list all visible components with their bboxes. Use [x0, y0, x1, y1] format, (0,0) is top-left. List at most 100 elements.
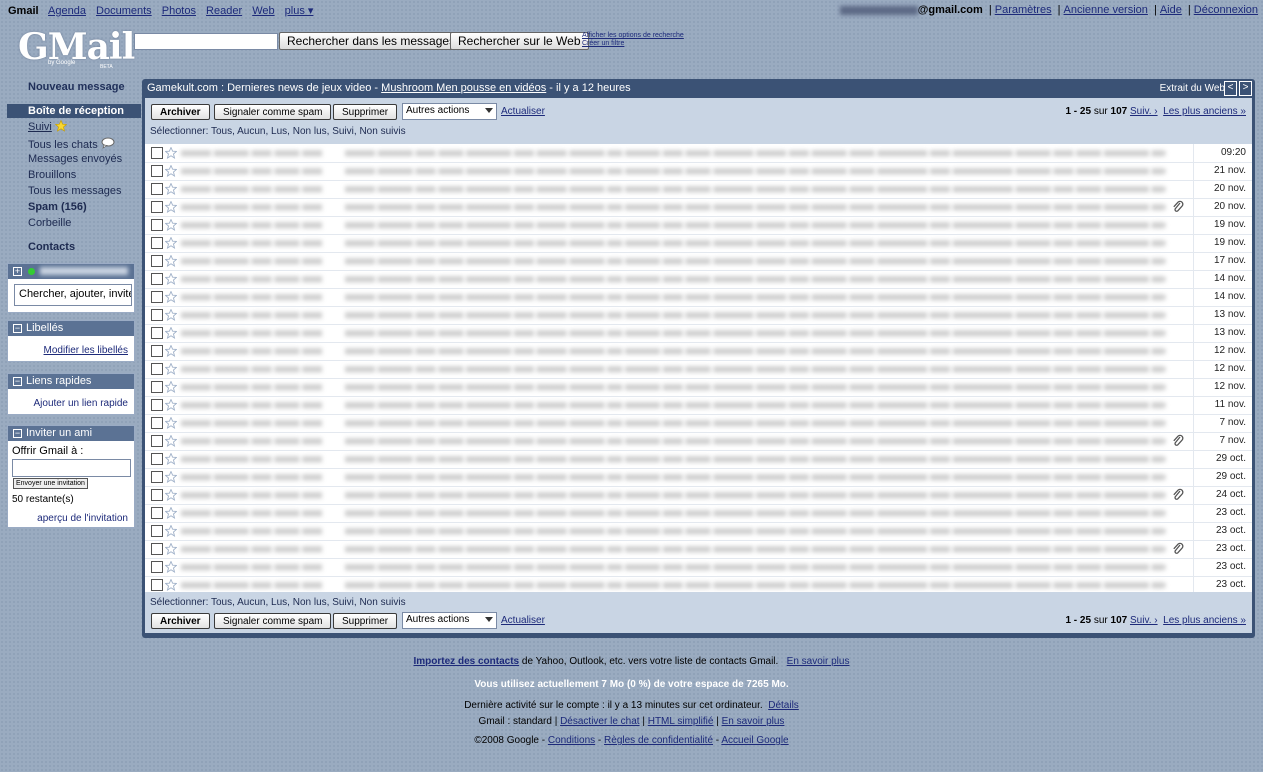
table-row[interactable]: xxxxxx xxxxxxx xxxx xxxxx xxxx xxxxxx xxx…	[145, 432, 1252, 451]
compose-link[interactable]: Nouveau message	[28, 81, 125, 93]
star-outline-icon[interactable]	[165, 237, 177, 249]
star-outline-icon[interactable]	[165, 489, 177, 501]
delete-button[interactable]: Supprimer	[333, 104, 398, 120]
table-row[interactable]: xxxxxx xxxxxxx xxxx xxxxx xxxx xxxxxx xxx…	[145, 306, 1252, 325]
chat-search-input[interactable]: Chercher, ajouter, invite	[14, 284, 132, 306]
table-row[interactable]: xxxxxx xxxxxxx xxxx xxxxx xxxx xxxxxx xxx…	[145, 540, 1252, 559]
labels-header[interactable]: − Libellés	[8, 321, 134, 336]
more-actions-select[interactable]: Autres actions	[402, 612, 497, 629]
refresh-link[interactable]: Actualiser	[501, 615, 545, 626]
star-outline-icon[interactable]	[165, 345, 177, 357]
nav-starred[interactable]: Suivi	[28, 120, 67, 133]
row-checkbox[interactable]	[151, 309, 163, 321]
row-checkbox[interactable]	[151, 417, 163, 429]
web-clip-headline[interactable]: Mushroom Men pousse en vidéos	[381, 82, 546, 94]
nav-documents[interactable]: Documents	[96, 5, 152, 17]
terms-link[interactable]: Conditions	[548, 735, 595, 746]
select-all[interactable]: Tous	[211, 126, 232, 137]
row-checkbox[interactable]	[151, 489, 163, 501]
table-row[interactable]: xxxxxx xxxxxxx xxxx xxxxx xxxx xxxxxx xxx…	[145, 360, 1252, 379]
basic-html-link[interactable]: HTML simplifié	[648, 716, 714, 727]
table-row[interactable]: xxxxxx xxxxxxx xxxx xxxxx xxxx xxxxxx xxx…	[145, 144, 1252, 163]
table-row[interactable]: xxxxxx xxxxxxx xxxx xxxxx xxxx xxxxxx xxx…	[145, 252, 1252, 271]
report-spam-button[interactable]: Signaler comme spam	[214, 613, 332, 629]
details-link[interactable]: Détails	[768, 700, 799, 711]
row-checkbox[interactable]	[151, 471, 163, 483]
table-row[interactable]: xxxxxx xxxxxxx xxxx xxxxx xxxx xxxxxx xxx…	[145, 342, 1252, 361]
nav-reader[interactable]: Reader	[206, 5, 242, 17]
disable-chat-link[interactable]: Désactiver le chat	[560, 716, 639, 727]
more-actions-select[interactable]: Autres actions	[402, 103, 497, 120]
row-checkbox[interactable]	[151, 255, 163, 267]
row-checkbox[interactable]	[151, 399, 163, 411]
row-checkbox[interactable]	[151, 363, 163, 375]
chat-header[interactable]: +	[8, 264, 134, 279]
row-checkbox[interactable]	[151, 183, 163, 195]
nav-photos[interactable]: Photos	[162, 5, 196, 17]
star-outline-icon[interactable]	[165, 147, 177, 159]
invite-preview-link[interactable]: aperçu de l'invitation	[37, 513, 128, 524]
row-checkbox[interactable]	[151, 543, 163, 555]
create-filter-link[interactable]: Créer un filtre	[582, 40, 684, 48]
row-checkbox[interactable]	[151, 327, 163, 339]
help-link[interactable]: Aide	[1160, 4, 1182, 16]
row-checkbox[interactable]	[151, 345, 163, 357]
star-outline-icon[interactable]	[165, 201, 177, 213]
star-outline-icon[interactable]	[165, 255, 177, 267]
nav-drafts[interactable]: Brouillons	[28, 169, 76, 181]
star-outline-icon[interactable]	[165, 381, 177, 393]
table-row[interactable]: xxxxxx xxxxxxx xxxx xxxxx xxxx xxxxxx xxx…	[145, 324, 1252, 343]
nav-chats[interactable]: Tous les chats	[28, 137, 115, 151]
oldest-link[interactable]: Les plus anciens »	[1163, 106, 1246, 117]
table-row[interactable]: xxxxxx xxxxxxx xxxx xxxxx xxxx xxxxxx xxx…	[145, 198, 1252, 217]
star-outline-icon[interactable]	[165, 525, 177, 537]
star-outline-icon[interactable]	[165, 561, 177, 573]
select-starred[interactable]: Suivi	[332, 126, 354, 137]
next-page-link[interactable]: Suiv. ›	[1130, 615, 1158, 626]
collapse-icon[interactable]: −	[13, 377, 22, 386]
google-home-link[interactable]: Accueil Google	[721, 735, 788, 746]
select-read[interactable]: Lus	[271, 126, 287, 137]
star-outline-icon[interactable]	[165, 399, 177, 411]
row-checkbox[interactable]	[151, 525, 163, 537]
privacy-link[interactable]: Règles de confidentialité	[604, 735, 713, 746]
import-contacts-link[interactable]: Importez des contacts	[414, 656, 520, 667]
row-checkbox[interactable]	[151, 165, 163, 177]
learn-more-link-2[interactable]: En savoir plus	[722, 716, 785, 727]
web-clip-next-icon[interactable]: >	[1239, 81, 1252, 96]
old-version-link[interactable]: Ancienne version	[1064, 4, 1148, 16]
table-row[interactable]: xxxxxx xxxxxxx xxxx xxxxx xxxx xxxxxx xxx…	[145, 288, 1252, 307]
select-unread[interactable]: Non lus	[293, 126, 327, 137]
nav-all-mail[interactable]: Tous les messages	[28, 185, 122, 197]
web-clip-prev-icon[interactable]: <	[1224, 81, 1237, 96]
table-row[interactable]: xxxxxx xxxxxxx xxxx xxxxx xxxx xxxxxx xxx…	[145, 378, 1252, 397]
archive-button[interactable]: Archiver	[151, 104, 210, 120]
archive-button[interactable]: Archiver	[151, 613, 210, 629]
table-row[interactable]: xxxxxx xxxxxxx xxxx xxxxx xxxx xxxxxx xxx…	[145, 270, 1252, 289]
add-quick-link[interactable]: Ajouter un lien rapide	[33, 398, 128, 409]
logout-link[interactable]: Déconnexion	[1194, 4, 1258, 16]
table-row[interactable]: xxxxxx xxxxxxx xxxx xxxxx xxxx xxxxxx xxx…	[145, 414, 1252, 433]
send-invite-button[interactable]: Envoyer une invitation	[13, 478, 88, 489]
nav-web[interactable]: Web	[252, 5, 274, 17]
nav-trash[interactable]: Corbeille	[28, 217, 71, 229]
collapse-icon[interactable]: +	[13, 267, 22, 276]
table-row[interactable]: xxxxxx xxxxxxx xxxx xxxxx xxxx xxxxxx xxx…	[145, 576, 1252, 592]
select-unstarred[interactable]: Non suivis	[359, 126, 405, 137]
search-input[interactable]	[134, 33, 278, 50]
edit-labels-link[interactable]: Modifier les libellés	[44, 345, 128, 356]
row-checkbox[interactable]	[151, 381, 163, 393]
row-checkbox[interactable]	[151, 219, 163, 231]
search-mail-button[interactable]: Rechercher dans les messages	[279, 32, 464, 50]
select-unstarred[interactable]: Non suivis	[359, 597, 405, 608]
star-outline-icon[interactable]	[165, 165, 177, 177]
star-outline-icon[interactable]	[165, 309, 177, 321]
row-checkbox[interactable]	[151, 435, 163, 447]
star-outline-icon[interactable]	[165, 579, 177, 591]
table-row[interactable]: xxxxxx xxxxxxx xxxx xxxxx xxxx xxxxxx xxx…	[145, 486, 1252, 505]
star-outline-icon[interactable]	[165, 363, 177, 375]
star-outline-icon[interactable]	[165, 273, 177, 285]
report-spam-button[interactable]: Signaler comme spam	[214, 104, 332, 120]
star-outline-icon[interactable]	[165, 453, 177, 465]
table-row[interactable]: xxxxxx xxxxxxx xxxx xxxxx xxxx xxxxxx xxx…	[145, 450, 1252, 469]
